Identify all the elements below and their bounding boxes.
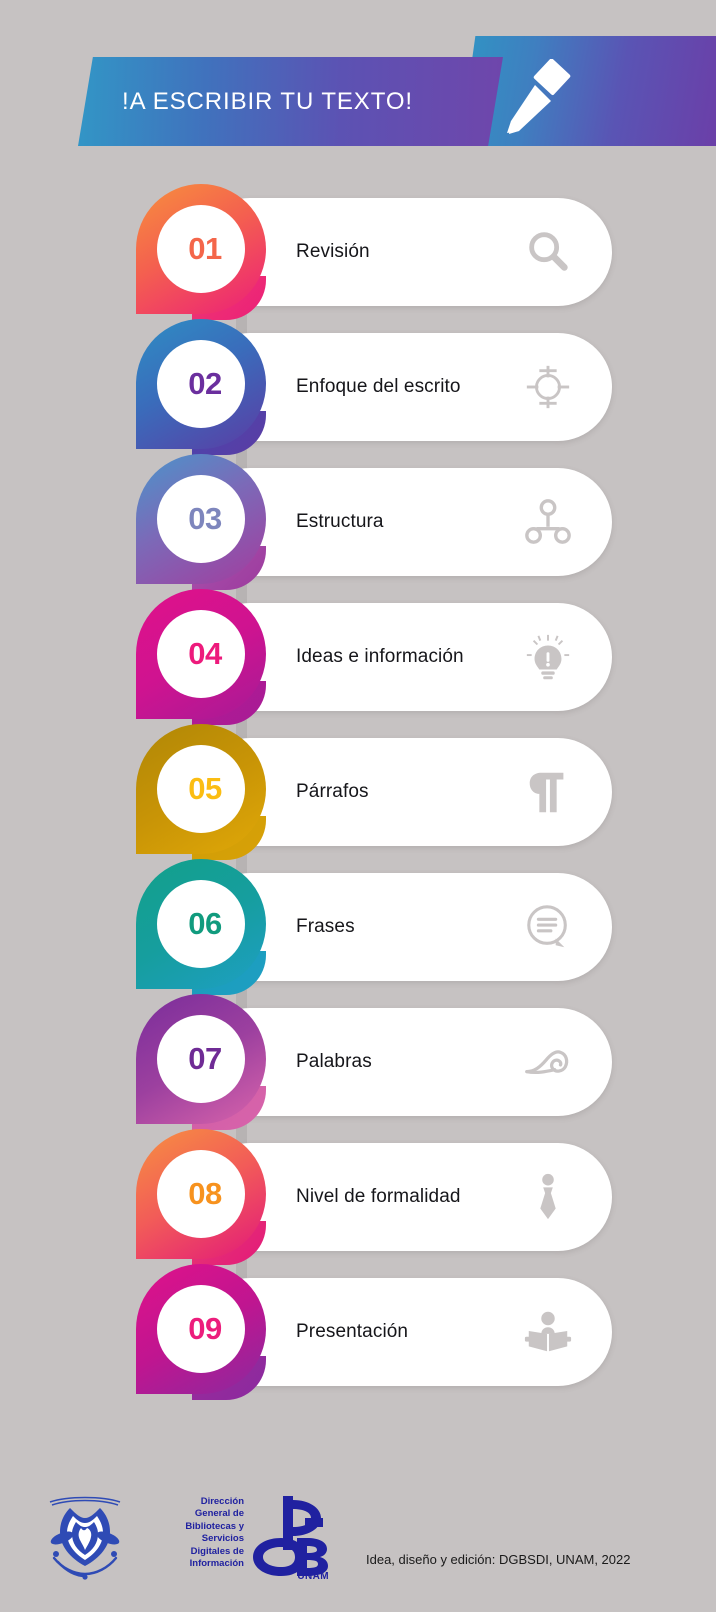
badge-inner: 08: [157, 1150, 245, 1238]
list-item[interactable]: Revisión 01: [0, 184, 716, 320]
step-label: Estructura: [296, 511, 384, 532]
list-item[interactable]: Palabras 07: [0, 994, 716, 1130]
step-label: Presentación: [296, 1321, 409, 1342]
step-number: 08: [188, 1176, 222, 1211]
step-badge: 08: [136, 1129, 266, 1265]
pilcrow-icon: [522, 766, 574, 818]
dgb-monogram-icon: UNAM: [247, 1494, 331, 1582]
step-number: 06: [188, 906, 222, 941]
unam-shield-icon: [40, 1492, 130, 1580]
badge-inner: 02: [157, 340, 245, 428]
header-banner: !A ESCRIBIR TU TEXTO!: [0, 36, 716, 146]
lightbulb-exclamation-icon: [522, 631, 574, 683]
badge-inner: 07: [157, 1015, 245, 1103]
step-badge: 09: [136, 1264, 266, 1400]
step-number: 02: [188, 366, 222, 401]
badge-inner: 03: [157, 475, 245, 563]
target-crosshair-icon: [522, 361, 574, 413]
badge-inner: 04: [157, 610, 245, 698]
step-badge: 07: [136, 994, 266, 1130]
list-item[interactable]: Ideas e información 04: [0, 589, 716, 725]
step-number: 07: [188, 1041, 222, 1076]
steps-list: Revisión 01 Enfoque del escrito 02 Estru…: [0, 184, 716, 1414]
badge-inner: 09: [157, 1285, 245, 1373]
step-badge: 04: [136, 589, 266, 725]
step-number: 09: [188, 1311, 222, 1346]
hierarchy-nodes-icon: [522, 496, 574, 548]
swirl-flourish-icon: [522, 1036, 574, 1088]
step-number: 01: [188, 231, 222, 266]
dgbsdi-name: Dirección General de Bibliotecas y Servi…: [185, 1496, 244, 1570]
step-badge: 06: [136, 859, 266, 995]
step-label: Párrafos: [296, 781, 369, 802]
footer: Dirección General de Bibliotecas y Servi…: [0, 1452, 716, 1612]
step-label: Revisión: [296, 241, 370, 262]
list-item[interactable]: Frases 06: [0, 859, 716, 995]
list-item[interactable]: Presentación 09: [0, 1264, 716, 1414]
step-badge: 03: [136, 454, 266, 590]
header-banner-front-layer: !A ESCRIBIR TU TEXTO!: [78, 57, 503, 146]
step-label: Palabras: [296, 1051, 372, 1072]
dgb-unam-label: UNAM: [297, 1571, 329, 1582]
person-reading-book-icon: [522, 1306, 574, 1358]
step-label: Ideas e información: [296, 646, 464, 667]
step-label: Frases: [296, 916, 355, 937]
step-number: 05: [188, 771, 222, 806]
pen-nib-icon: [489, 58, 579, 139]
list-item[interactable]: Estructura 03: [0, 454, 716, 590]
badge-inner: 01: [157, 205, 245, 293]
credit-text: Idea, diseño y edición: DGBSDI, UNAM, 20…: [366, 1552, 631, 1567]
badge-inner: 06: [157, 880, 245, 968]
step-badge: 05: [136, 724, 266, 860]
necktie-icon: [522, 1171, 574, 1223]
step-number: 03: [188, 501, 222, 536]
badge-inner: 05: [157, 745, 245, 833]
step-badge: 02: [136, 319, 266, 455]
page-title: !A ESCRIBIR TU TEXTO!: [122, 87, 413, 115]
step-badge: 01: [136, 184, 266, 320]
step-number: 04: [188, 636, 222, 671]
list-item[interactable]: Párrafos 05: [0, 724, 716, 860]
list-item[interactable]: Enfoque del escrito 02: [0, 319, 716, 455]
list-item[interactable]: Nivel de formalidad 08: [0, 1129, 716, 1265]
dgbsdi-logo: Dirección General de Bibliotecas y Servi…: [168, 1494, 331, 1582]
speech-bubble-lines-icon: [522, 901, 574, 953]
step-label: Enfoque del escrito: [296, 376, 461, 397]
magnifier-icon: [522, 226, 574, 278]
step-label: Nivel de formalidad: [296, 1186, 461, 1207]
